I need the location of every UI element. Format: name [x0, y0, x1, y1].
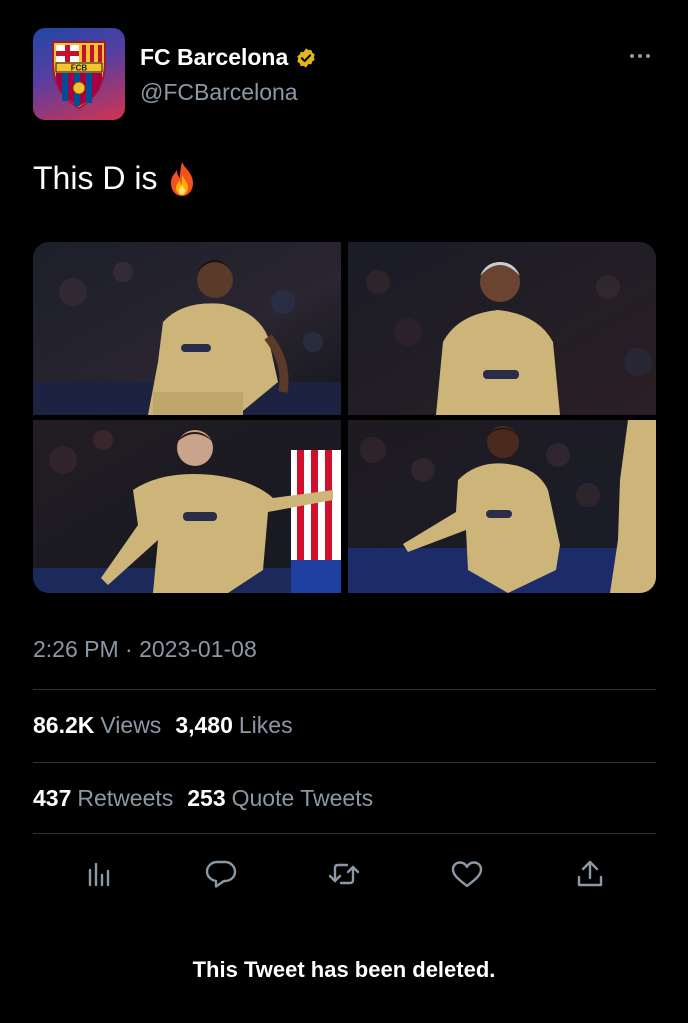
analytics-icon: [88, 862, 110, 887]
tweet-timestamp[interactable]: 2:26 PM · 2023-01-08: [33, 636, 257, 663]
likes-count: 3,480: [175, 712, 233, 738]
fire-emoji-icon: [171, 161, 194, 196]
quote-tweets-label: Quote Tweets: [231, 785, 374, 811]
more-options-icon[interactable]: [626, 46, 654, 66]
tweet-header: FCB FC Barcelona @FCBarcelona: [33, 28, 656, 120]
share-icon: [577, 860, 603, 887]
retweet-icon: [328, 863, 360, 885]
views-count: 86.2K: [33, 712, 95, 738]
share-button[interactable]: [568, 852, 612, 896]
svg-text:FCB: FCB: [71, 64, 88, 73]
fcb-crest-icon: FCB: [52, 41, 106, 110]
tweet-body: This D is: [33, 160, 158, 196]
likes-label: Likes: [238, 712, 293, 738]
divider: [33, 833, 656, 834]
account-handle[interactable]: @FCBarcelona: [140, 79, 298, 106]
like-icon: [451, 861, 483, 888]
avatar[interactable]: FCB: [33, 28, 125, 120]
deleted-notice: This Tweet has been deleted.: [192, 957, 496, 982]
divider: [33, 689, 656, 690]
retweets-label: Retweets: [77, 785, 174, 811]
tweet-photo[interactable]: [33, 420, 341, 593]
views-stat[interactable]: 86.2K Views: [33, 712, 161, 739]
stats-row-views-likes: 86.2K Views 3,480 Likes: [33, 712, 293, 739]
action-bar: [33, 852, 656, 896]
views-label: Views: [100, 712, 162, 738]
retweets-stat[interactable]: 437 Retweets: [33, 785, 173, 812]
name-row: FC Barcelona: [140, 44, 317, 71]
tweet-text: This D is: [33, 160, 197, 197]
stats-row-retweets: 437 Retweets 253 Quote Tweets: [33, 785, 373, 812]
retweet-button[interactable]: [322, 852, 366, 896]
tweet-photo[interactable]: [33, 242, 341, 415]
divider: [33, 762, 656, 763]
media-grid: [33, 242, 656, 593]
quote-tweets-stat[interactable]: 253 Quote Tweets: [187, 785, 373, 812]
tweet-photo[interactable]: [348, 420, 656, 593]
quote-tweets-count: 253: [187, 785, 226, 811]
reply-button[interactable]: [199, 852, 243, 896]
likes-stat[interactable]: 3,480 Likes: [175, 712, 292, 739]
reply-icon: [205, 860, 237, 888]
verified-badge-icon: [297, 47, 315, 68]
analytics-button[interactable]: [77, 852, 121, 896]
retweets-count: 437: [33, 785, 72, 811]
display-name[interactable]: FC Barcelona: [140, 44, 288, 71]
tweet-photo[interactable]: [348, 242, 656, 415]
like-button[interactable]: [445, 852, 489, 896]
